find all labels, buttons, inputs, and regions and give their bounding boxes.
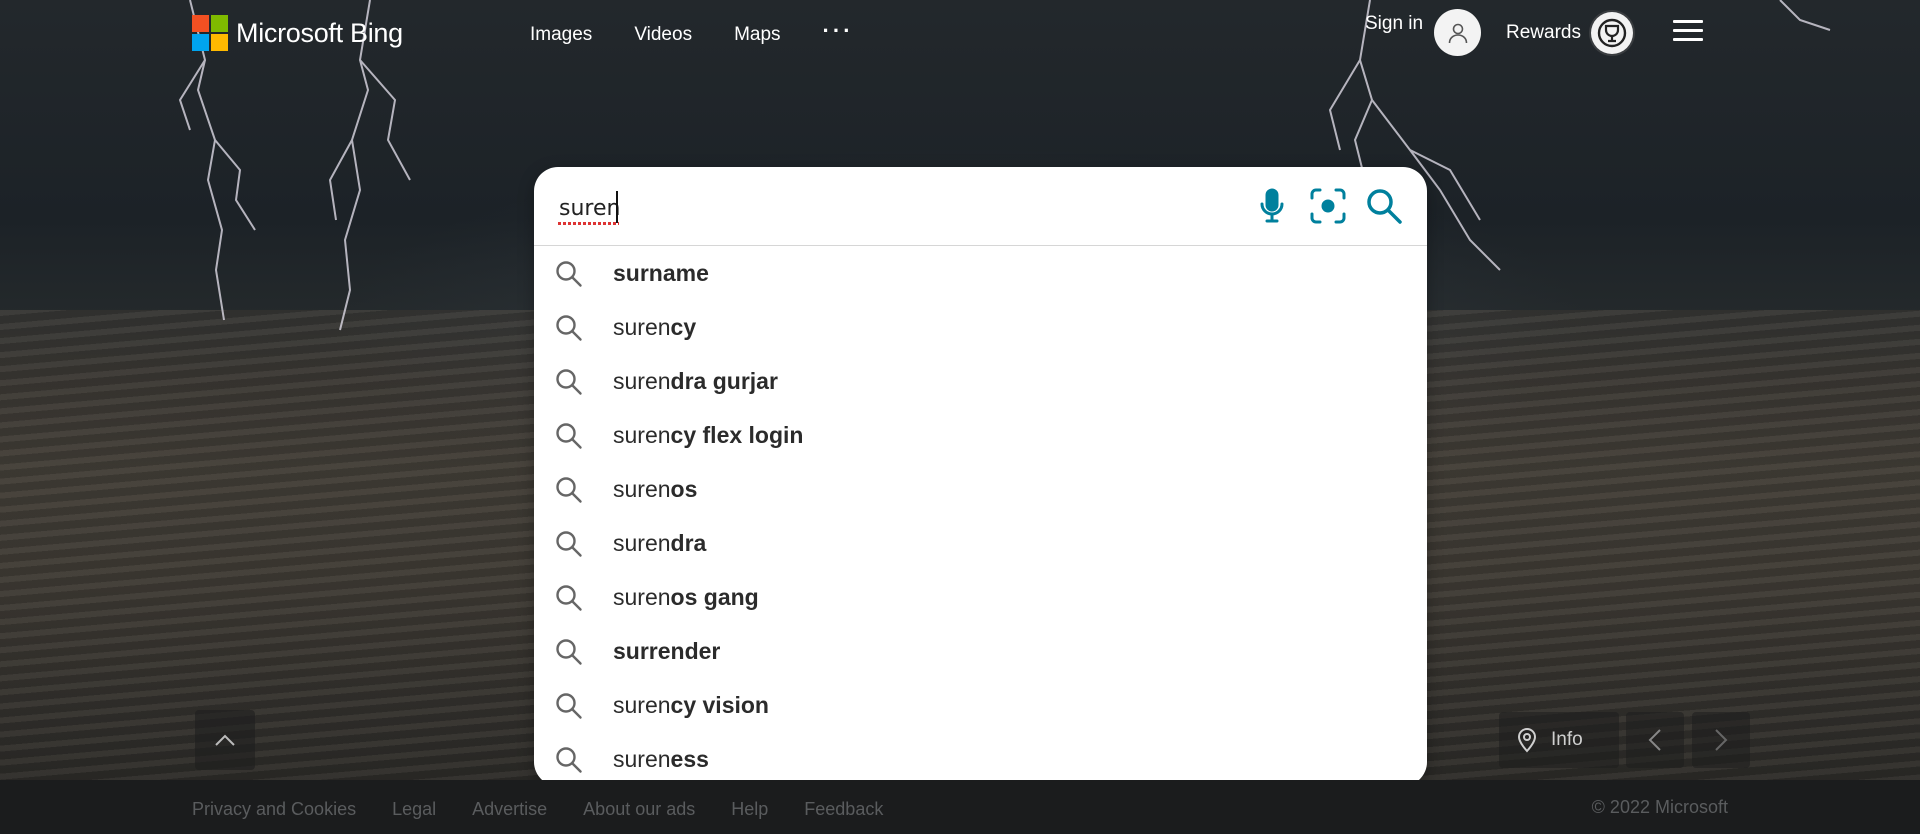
suggestion-item[interactable]: surrender [534,624,1427,678]
search-icon [556,585,582,611]
next-image-button[interactable] [1692,712,1750,768]
footer-link-help[interactable]: Help [731,799,768,820]
search-input[interactable] [557,189,1201,227]
search-icon [556,639,582,665]
suggestion-text: sureness [613,746,709,772]
search-icon [556,261,582,287]
search-icon [556,531,582,557]
footer-link-about-ads[interactable]: About our ads [583,799,695,820]
rewards-link[interactable]: Rewards [1506,22,1581,44]
footer-link-advertise[interactable]: Advertise [472,799,547,820]
suggestions-list: surname surency surendra gurjar surency … [534,246,1427,786]
suggestion-text: surency flex login [613,422,804,448]
nav-videos[interactable]: Videos [634,24,692,46]
location-pin-icon [1517,728,1537,753]
info-label: Info [1551,729,1583,750]
top-nav: Images Videos Maps ··· [530,18,896,46]
footer-link-legal[interactable]: Legal [392,799,436,820]
spellcheck-underline [558,222,619,225]
nav-maps[interactable]: Maps [734,24,780,46]
search-icon [556,693,582,719]
menu-hamburger-icon[interactable] [1673,20,1703,44]
suggestion-text: surendra [613,530,707,556]
suggestion-text: surname [613,260,709,286]
suggestion-item[interactable]: surenos gang [534,570,1427,624]
visual-search-icon[interactable] [1306,184,1350,228]
user-avatar-icon[interactable] [1434,9,1481,56]
suggestion-item[interactable]: surency vision [534,678,1427,732]
header: Microsoft Bing Images Videos Maps ··· Si… [0,0,1920,70]
search-icon [556,423,582,449]
image-info-button[interactable]: Info [1499,712,1619,768]
suggestion-text: surency [613,314,697,340]
search-panel: surname surency surendra gurjar surency … [534,167,1427,786]
footer-link-privacy[interactable]: Privacy and Cookies [192,799,356,820]
suggestion-text: surendra gurjar [613,368,778,394]
suggestion-item[interactable]: surendra gurjar [534,354,1427,408]
chevron-right-icon [1715,729,1728,751]
copyright: © 2022 Microsoft [1591,797,1728,817]
scroll-up-button[interactable] [195,710,255,770]
chevron-up-icon [215,734,235,746]
suggestion-text: surenos [613,476,698,502]
suggestion-text: surenos gang [613,584,759,610]
suggestion-item[interactable]: sureness [534,732,1427,786]
suggestion-item[interactable]: surname [534,246,1427,300]
microphone-icon[interactable] [1250,184,1294,228]
rewards-trophy-icon[interactable] [1591,12,1633,54]
suggestion-text: surrender [613,638,721,664]
search-icon [556,477,582,503]
suggestion-item[interactable]: surency [534,300,1427,354]
search-submit-icon[interactable] [1362,184,1406,228]
chevron-left-icon [1648,729,1661,751]
suggestion-text: surency vision [613,692,769,718]
microsoft-logo-icon [192,15,228,51]
suggestion-item[interactable]: surenos [534,462,1427,516]
nav-images[interactable]: Images [530,24,592,46]
bing-logo[interactable]: Microsoft Bing [192,15,403,51]
more-menu-icon[interactable]: ··· [823,18,854,46]
text-caret [616,191,618,223]
search-icon [556,315,582,341]
search-icon [556,369,582,395]
footer: Privacy and Cookies Legal Advertise Abou… [0,780,1920,834]
suggestion-item[interactable]: surency flex login [534,408,1427,462]
brand-name: Microsoft Bing [236,17,403,48]
search-icon [556,747,582,773]
suggestion-item[interactable]: surendra [534,516,1427,570]
previous-image-button[interactable] [1626,712,1684,768]
search-bar [534,167,1427,246]
sign-in-link[interactable]: Sign in [1365,13,1423,35]
footer-link-feedback[interactable]: Feedback [804,799,883,820]
footer-links: Privacy and Cookies Legal Advertise Abou… [192,799,919,820]
